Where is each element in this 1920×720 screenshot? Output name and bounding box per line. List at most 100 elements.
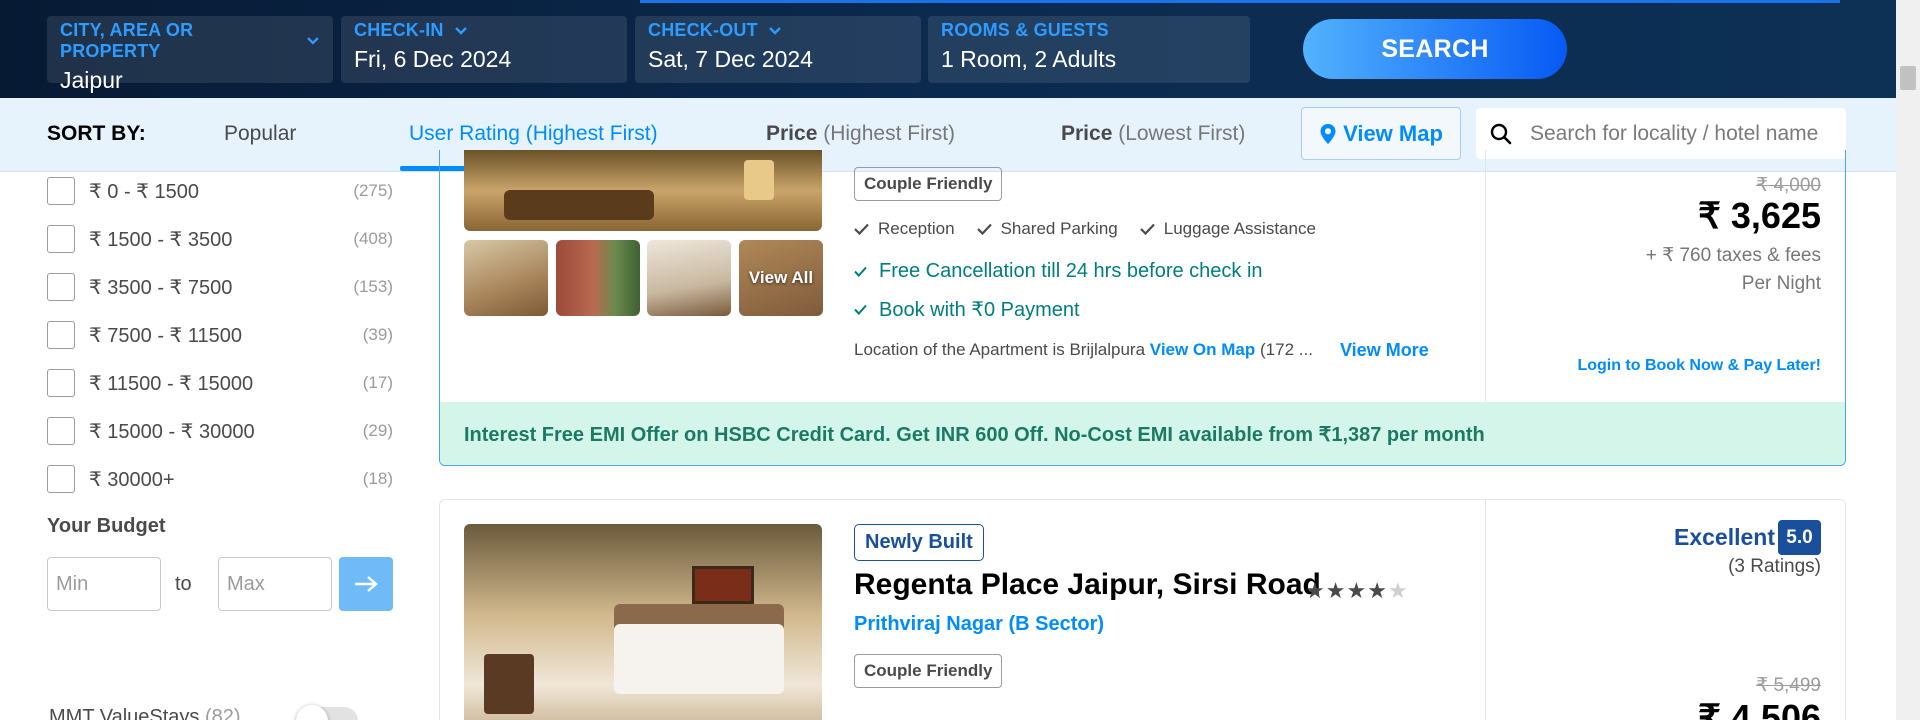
chevron-down-icon [307,37,319,45]
budget-max-input[interactable] [218,557,332,611]
amenities-list: Reception Shared Parking Luggage Assista… [854,219,1316,239]
amenity-label: Luggage Assistance [1163,219,1316,238]
page-scrollbar[interactable] [1896,0,1920,720]
rating-label: Excellent [1674,524,1775,550]
filter-checkbox[interactable] [47,321,75,349]
original-price: ₹ 5,499 [1756,675,1821,696]
filter-label: ₹ 11500 - ₹ 15000 [89,372,254,395]
perk-label: Book with ₹0 Payment [879,299,1080,321]
rooms-value: 1 Room, 2 Adults [941,46,1117,72]
filter-checkbox[interactable] [47,273,75,301]
filter-count: (39) [362,325,393,344]
photo-detail [484,654,534,714]
search-icon [1490,123,1512,144]
newly-built-badge: Newly Built [854,524,984,561]
sort-option-sublabel: (Lowest First) [1112,122,1246,145]
check-icon [854,223,869,235]
sort-option-price-high[interactable]: Price (Highest First) [766,122,955,146]
view-all-photos[interactable]: View All [739,240,823,316]
perk-label: Free Cancellation till 24 hrs before che… [879,260,1263,282]
star-icon: ★ [1305,578,1326,603]
login-book-link[interactable]: Login to Book Now & Pay Later! [1577,357,1821,375]
price-filter-11500-15000[interactable]: ₹ 11500 - ₹ 15000 (17) [47,368,393,398]
arrow-right-icon [355,576,378,592]
checkout-field[interactable]: Check-Out Sat, 7 Dec 2024 [635,16,921,83]
value-stays-count: (82) [204,706,241,720]
sort-option-user-rating[interactable]: User Rating (Highest First) [409,122,658,146]
price-details: + ₹ 760 taxes & fees Per Night [1646,242,1821,297]
hotel-thumbnail[interactable] [464,240,548,316]
rooms-guests-field[interactable]: Rooms & Guests 1 Room, 2 Adults [928,16,1250,83]
search-header: City, Area or Property Jaipur Check-In F… [0,0,1896,98]
view-map-label: View Map [1343,120,1443,146]
hotel-name[interactable]: Regenta Place Jaipur, Sirsi Road [854,568,1321,602]
star-icon: ★ [1367,578,1388,603]
filter-checkbox[interactable] [47,177,75,205]
search-button[interactable]: SEARCH [1303,19,1567,79]
card-divider [1485,500,1486,720]
locality-search-input[interactable] [1530,121,1830,146]
value-stays-toggle[interactable] [296,705,358,720]
filter-count: (18) [362,469,393,488]
checkin-value: Fri, 6 Dec 2024 [354,46,512,72]
rating-badge: 5.0 [1778,520,1821,555]
couple-friendly-tag: Couple Friendly [854,167,1003,201]
city-field-label: City, Area or Property [60,20,320,62]
budget-min-input[interactable] [47,557,161,611]
checkout-label-text: Check-Out [648,20,758,40]
hotel-thumbnail[interactable] [556,240,640,316]
free-cancellation-perk: Free Cancellation till 24 hrs before che… [854,260,1263,283]
sort-option-sublabel: (Highest First) [519,122,658,145]
value-stays-label: MMT ValueStays [49,706,200,720]
couple-friendly-tag: Couple Friendly [854,654,1003,688]
rooms-field-label: Rooms & Guests [941,20,1237,41]
hotel-photo[interactable] [464,524,822,720]
budget-title: Your Budget [47,515,166,537]
sort-option-price-low[interactable]: Price (Lowest First) [1061,122,1245,146]
original-price: ₹ 4,000 [1756,175,1821,196]
star-icon: ★ [1346,578,1368,603]
chevron-down-icon [454,26,467,35]
price-filter-30000-plus[interactable]: ₹ 30000+ (18) [47,464,393,494]
view-on-map-link[interactable]: View On Map [1150,340,1256,359]
check-icon [976,223,992,235]
checkin-field[interactable]: Check-In Fri, 6 Dec 2024 [341,16,627,83]
budget-apply-button[interactable] [339,557,393,611]
hotel-card[interactable]: View All Couple Friendly Reception Share… [439,150,1846,466]
discounted-price: ₹ 3,625 [1698,195,1821,236]
filter-label: ₹ 0 - ₹ 1500 [89,180,199,203]
scrollbar-thumb[interactable] [1900,66,1916,90]
location-text: Location of the Apartment is Brijlalpura [854,340,1150,359]
hotel-area-link[interactable]: Prithviraj Nagar (B Sector) [854,613,1104,636]
city-field[interactable]: City, Area or Property Jaipur [47,16,333,93]
check-icon [854,304,867,315]
price-filter-1500-3500[interactable]: ₹ 1500 - ₹ 3500 (408) [47,224,393,254]
filter-checkbox[interactable] [47,465,75,493]
filter-checkbox[interactable] [47,417,75,445]
budget-to-label: to [175,573,192,595]
filter-checkbox[interactable] [47,369,75,397]
sort-option-sublabel: (Highest First) [817,122,956,145]
filter-label: ₹ 15000 - ₹ 30000 [89,420,255,443]
price-filter-7500-11500[interactable]: ₹ 7500 - ₹ 11500 (39) [47,320,393,350]
hotel-card[interactable]: Newly Built Regenta Place Jaipur, Sirsi … [439,499,1846,720]
hotel-photo[interactable] [464,150,822,231]
value-stays-filter: MMT ValueStays (82) [49,706,241,720]
view-more-link[interactable]: View More [1340,340,1429,361]
filter-label: ₹ 3500 - ₹ 7500 [89,276,233,299]
filter-label: ₹ 7500 - ₹ 11500 [89,324,242,347]
filter-count: (408) [353,229,393,248]
filter-checkbox[interactable] [47,225,75,253]
price-filter-3500-7500[interactable]: ₹ 3500 - ₹ 7500 (153) [47,272,393,302]
price-filter-15000-30000[interactable]: ₹ 15000 - ₹ 30000 (29) [47,416,393,446]
chevron-down-icon [768,26,781,35]
sort-by-label: SORT BY: [47,122,146,145]
photo-detail [504,190,654,220]
card-divider [1485,150,1486,401]
price-filter-0-1500[interactable]: ₹ 0 - ₹ 1500 (275) [47,176,393,206]
filter-label: ₹ 30000+ [89,468,175,491]
sort-option-popular[interactable]: Popular [224,122,296,146]
hotel-thumbnail[interactable] [647,240,731,316]
photo-detail [744,160,774,200]
header-accent-line [640,0,1840,3]
